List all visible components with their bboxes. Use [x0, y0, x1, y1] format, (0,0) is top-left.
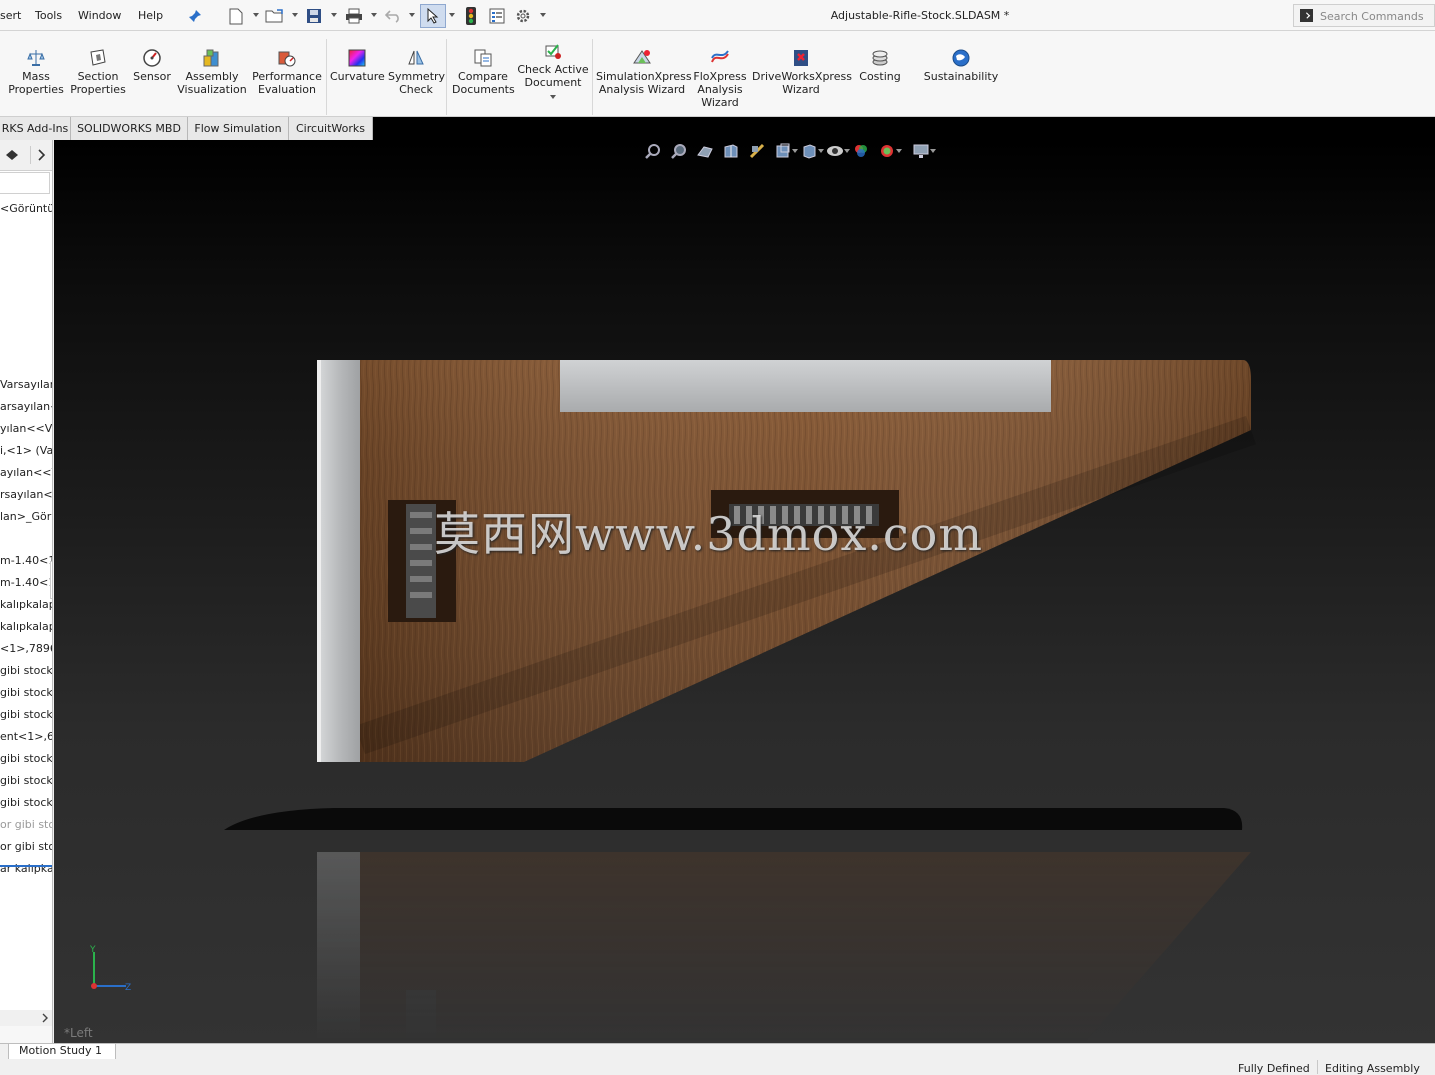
tree-item[interactable]: ar kalıpka [0, 862, 52, 875]
simulationxpress-icon [633, 50, 651, 64]
save-icon[interactable] [304, 6, 324, 26]
floxpress-icon [711, 50, 729, 63]
rebuild-icon[interactable] [462, 6, 480, 26]
assembly-visualization-icon [203, 49, 219, 67]
motion-study-tab[interactable]: Motion Study 1 [8, 1044, 116, 1060]
menu-bar: sert Tools Window Help Adjustable-Rifle-… [0, 0, 1435, 31]
feature-manager-panel: <Görüntü Varsayılan arsayılan< yılan<<Va i,<… [0, 140, 53, 1043]
curvature-button[interactable]: Curvature [330, 48, 385, 83]
search-placeholder: Search Commands [1320, 10, 1424, 23]
search-command-icon [1300, 9, 1313, 22]
compare-documents-button[interactable]: Compare Documents [452, 48, 515, 96]
driveworksxpress-icon [794, 50, 808, 66]
tree-item[interactable]: or gibi sto [0, 840, 52, 853]
menu-window[interactable]: Window [78, 9, 121, 22]
motion-study-tabs: Motion Study 1 [0, 1043, 1435, 1060]
view-orientation-label: *Left [64, 1026, 93, 1040]
section-properties-icon [90, 49, 106, 66]
command-tabs: RKS Add-Ins SOLIDWORKS MBD Flow Simulati… [0, 117, 1435, 140]
tab-flow-simulation[interactable]: Flow Simulation [188, 117, 289, 140]
tab-addins[interactable]: RKS Add-Ins [0, 117, 71, 140]
undo-icon[interactable] [383, 6, 403, 26]
tree-item[interactable]: gibi stock [0, 664, 52, 677]
tree-item[interactable]: m-1.40<1: [0, 576, 52, 589]
print-icon[interactable] [343, 6, 365, 26]
tree-item[interactable]: rsayılan< [0, 488, 52, 501]
symmetry-check-button[interactable]: Symmetry Check [388, 48, 445, 96]
watermark-text: 莫西网www.3dmox.com [434, 507, 983, 561]
sustainability-icon [952, 49, 970, 67]
chevron-right-icon[interactable] [37, 148, 47, 165]
status-editing: Editing Assembly [1325, 1062, 1420, 1075]
tree-item[interactable]: or gibi sto [0, 818, 52, 831]
tree-item[interactable]: Varsayılan [0, 378, 52, 391]
triad-y-label: Y [89, 945, 96, 955]
horizontal-scrollbar[interactable] [0, 1010, 52, 1027]
performance-evaluation-icon [278, 51, 296, 67]
section-properties-button[interactable]: Section Properties [70, 48, 126, 96]
search-commands-input[interactable]: Search Commands [1293, 4, 1435, 27]
floxpress-button[interactable]: FloXpress Analysis Wizard [692, 48, 748, 109]
sensor-icon [143, 49, 161, 67]
tree-item[interactable]: gibi stock [0, 686, 52, 699]
tree-tooltip-edge [50, 561, 52, 599]
sustainability-button[interactable]: Sustainability [920, 48, 1002, 83]
status-bar: Fully Defined Editing Assembly [0, 1059, 1435, 1075]
triad-z-label: Z [125, 983, 131, 992]
tree-item[interactable]: gibi stock [0, 752, 52, 765]
check-active-document-button[interactable]: Check Active Document [516, 41, 590, 99]
tree-item[interactable]: gibi stock [0, 708, 52, 721]
command-manager: Mass Properties Section Properties Senso… [0, 31, 1435, 117]
tree-item[interactable]: gibi stock [0, 796, 52, 809]
tree-item[interactable]: lan>_Görü [0, 510, 52, 523]
simulationxpress-button[interactable]: SimulationXpress Analysis Wizard [596, 48, 692, 96]
symmetry-check-icon [408, 50, 424, 65]
tree-item[interactable]: <Görüntü [0, 202, 52, 215]
options-gear-icon[interactable] [513, 6, 533, 26]
tab-mbd[interactable]: SOLIDWORKS MBD [71, 117, 188, 140]
coordinate-triad: Y Z [89, 945, 131, 992]
tree-item[interactable]: arsayılan< [0, 400, 52, 413]
panel-bottom-strip [0, 1026, 52, 1043]
tree-item[interactable]: kalıpkalap [0, 598, 52, 611]
panel-tab-strip [0, 140, 52, 171]
tree-item[interactable]: gibi stock [0, 774, 52, 787]
status-defined: Fully Defined [1238, 1062, 1310, 1075]
check-active-document-icon [545, 44, 561, 59]
compare-documents-icon [474, 49, 492, 67]
performance-evaluation-button[interactable]: Performance Evaluation [252, 48, 322, 96]
sensor-button[interactable]: Sensor [132, 48, 172, 83]
select-icon[interactable] [420, 4, 446, 28]
menu-help[interactable]: Help [138, 9, 163, 22]
tree-item[interactable]: yılan<<Va [0, 422, 52, 435]
assembly-visualization-button[interactable]: Assembly Visualization [176, 48, 248, 96]
curvature-icon [348, 49, 366, 67]
graphics-area[interactable]: 莫西网www.3dmox.com Y Z *Left [54, 140, 1435, 1043]
rifle-stock-model[interactable] [54, 140, 1435, 1043]
tree-item[interactable]: ent<1>,6r [0, 730, 52, 743]
document-title: Adjustable-Rifle-Stock.SLDASM * [830, 9, 1010, 22]
costing-icon [872, 50, 888, 66]
file-properties-icon[interactable] [487, 6, 507, 26]
costing-button[interactable]: Costing [856, 48, 904, 83]
mass-properties-button[interactable]: Mass Properties [8, 48, 64, 96]
tree-filter-input[interactable] [0, 172, 50, 194]
tree-item[interactable]: i,<1> (Var [0, 444, 52, 457]
mass-properties-icon [27, 50, 45, 66]
tab-circuitworks[interactable]: CircuitWorks [289, 117, 373, 140]
pin-icon[interactable] [186, 6, 204, 26]
tree-item[interactable]: <1>,7896 [0, 642, 52, 655]
scroll-right-icon[interactable] [41, 1012, 49, 1027]
tree-item[interactable]: ayılan<<V [0, 466, 52, 479]
dimxpert-tab-icon[interactable] [4, 148, 20, 165]
menu-insert[interactable]: sert [0, 9, 21, 22]
check-dropdown-caret[interactable] [550, 95, 556, 99]
new-document-icon[interactable] [226, 6, 246, 26]
tree-item[interactable]: m-1.40<1: [0, 554, 52, 567]
tree-selection-line [0, 865, 52, 867]
menu-tools[interactable]: Tools [35, 9, 62, 22]
tree-item[interactable]: kalıpkalap [0, 620, 52, 633]
driveworksxpress-button[interactable]: DriveWorksXpress Wizard [752, 48, 852, 96]
open-document-icon[interactable] [264, 6, 286, 26]
